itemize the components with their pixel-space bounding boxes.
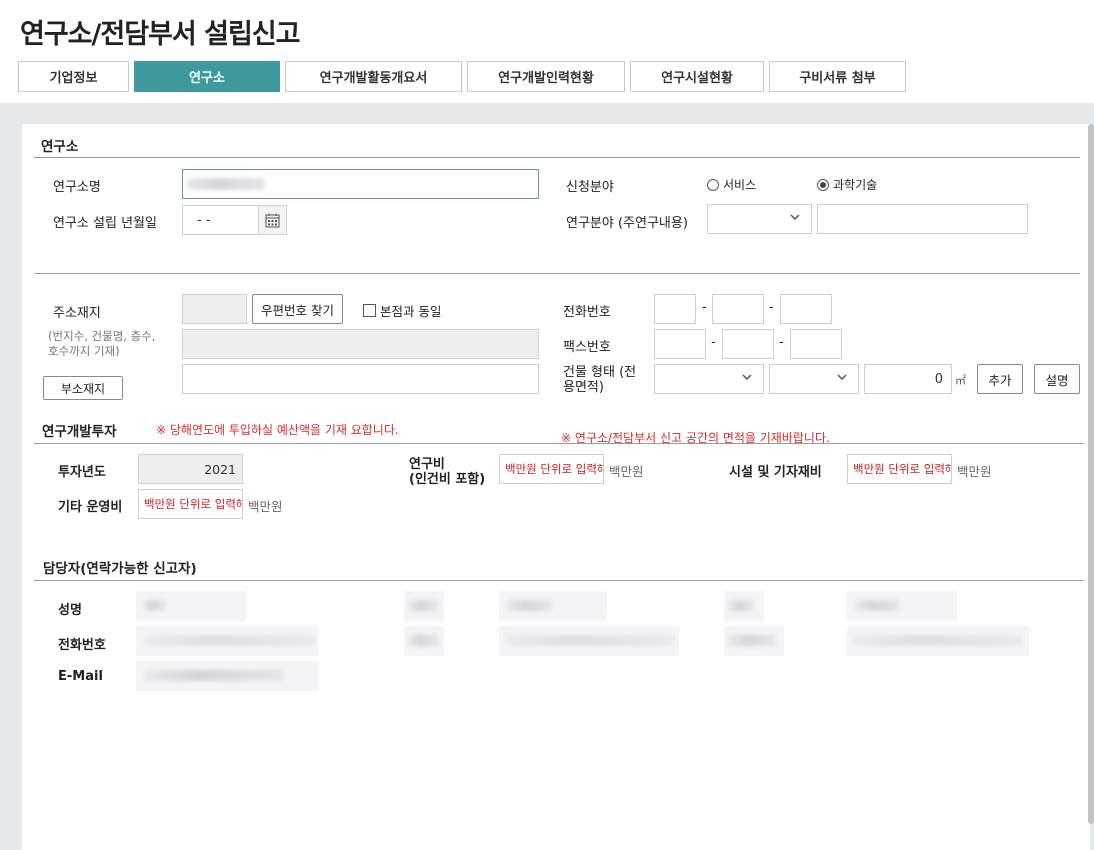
blurred-value	[855, 600, 899, 611]
rnd-cost-unit: 백만원	[609, 464, 644, 479]
blurred-value	[144, 635, 314, 646]
address-note: (번지수, 건물명, 층수, 호수까지 기재)	[48, 329, 156, 358]
contact-dept-input[interactable]	[847, 591, 957, 621]
chevron-down-icon	[789, 211, 803, 225]
explain-button[interactable]: 설명	[1034, 364, 1080, 394]
divider	[34, 157, 1080, 158]
contact-phone-input[interactable]	[136, 626, 318, 656]
investment-year-label: 투자년도	[58, 465, 106, 480]
tab-rnd-personnel[interactable]: 연구개발인력현황	[467, 61, 625, 92]
lab-section-title: 연구소	[41, 139, 79, 155]
area-unit: ㎡	[955, 374, 966, 387]
postal-code-input[interactable]	[182, 294, 247, 324]
tab-lab[interactable]: 연구소	[134, 61, 280, 92]
building-type-label: 건물 형태 (전용면적)	[563, 365, 637, 395]
building-subtype-select[interactable]	[769, 364, 859, 394]
phone-label: 전화번호	[563, 305, 611, 320]
research-field-input[interactable]	[817, 204, 1028, 234]
chevron-down-icon	[836, 371, 850, 385]
rnd-cost-sublabel: (인건비 포함)	[409, 472, 486, 487]
lab-name-label: 연구소명	[53, 180, 101, 195]
contact-phone-label: 전화번호	[58, 638, 106, 653]
facility-cost-label: 시설 및 기자재비	[729, 465, 822, 480]
phone-part-1[interactable]	[654, 294, 696, 324]
blurred-label	[404, 591, 444, 621]
field-label: 신청분야	[566, 180, 614, 195]
vertical-scrollbar[interactable]	[1088, 124, 1094, 824]
phone-part-3[interactable]	[780, 294, 832, 324]
contact-name-input[interactable]	[136, 591, 246, 621]
radio-icon	[707, 178, 719, 191]
contact-email-input[interactable]	[136, 661, 318, 691]
blurred-value	[187, 178, 265, 190]
tab-documents[interactable]: 구비서류 첨부	[769, 61, 906, 92]
radio-selected-icon	[817, 178, 829, 191]
dash: -	[769, 300, 774, 315]
blurred-value	[505, 635, 673, 646]
contact-position-input[interactable]	[499, 591, 607, 621]
dash: -	[779, 335, 784, 350]
fax-part-1[interactable]	[654, 329, 706, 359]
investment-year-input[interactable]: 2021	[138, 454, 243, 484]
other-cost-input[interactable]: 백만원 단위로 입력해	[138, 489, 243, 519]
lab-name-input[interactable]	[182, 169, 539, 199]
founded-date-label: 연구소 설립 년월일	[53, 216, 157, 231]
tab-rnd-overview[interactable]: 연구개발활동개요서	[285, 61, 462, 92]
area-input[interactable]: 0	[864, 364, 952, 394]
investment-notice: ※ 당해연도에 투입하실 예산액을 기재 요합니다.	[156, 423, 399, 437]
investment-section-title: 연구개발투자	[42, 424, 117, 440]
dash: -	[702, 300, 707, 315]
dash: -	[711, 335, 716, 350]
divider	[34, 443, 1084, 444]
address-detail-input[interactable]	[182, 364, 539, 394]
blurred-value	[507, 600, 552, 611]
address-label: 주소재지	[53, 306, 101, 321]
tab-company-info[interactable]: 기업정보	[18, 61, 129, 92]
sub-address-button[interactable]: 부소재지	[43, 376, 123, 400]
other-cost-unit: 백만원	[248, 499, 283, 514]
research-field-select[interactable]	[707, 204, 812, 234]
founded-date-input[interactable]: - -	[182, 205, 287, 235]
radio-service[interactable]: 서비스	[707, 176, 756, 193]
address-input[interactable]	[182, 329, 539, 359]
chevron-down-icon	[741, 371, 755, 385]
rnd-cost-input[interactable]: 백만원 단위로 입력해	[499, 454, 604, 484]
calendar-icon[interactable]	[258, 206, 286, 234]
phone-part-2[interactable]	[712, 294, 764, 324]
checkbox-icon	[363, 304, 376, 317]
facility-cost-unit: 백만원	[957, 464, 992, 479]
fax-part-2[interactable]	[722, 329, 774, 359]
contact-fax-input[interactable]	[847, 626, 1029, 656]
postal-search-button[interactable]: 우편번호 찾기	[252, 294, 343, 324]
blurred-value	[144, 600, 166, 611]
add-button[interactable]: 추가	[977, 364, 1023, 394]
fax-label: 팩스번호	[563, 340, 611, 355]
divider	[34, 580, 1084, 581]
blurred-value	[853, 635, 1023, 646]
radio-science[interactable]: 과학기술	[817, 176, 877, 193]
contact-mobile-input[interactable]	[499, 626, 679, 656]
other-cost-label: 기타 운영비	[58, 500, 123, 515]
contact-section-title: 담당자(연락가능한 신고자)	[43, 561, 197, 577]
contact-email-label: E-Mail	[58, 669, 103, 684]
blurred-label	[724, 591, 764, 621]
contact-name-label: 성명	[58, 603, 82, 618]
same-as-hq-checkbox[interactable]: 본점과 동일	[363, 301, 441, 320]
blurred-value	[144, 670, 284, 681]
blurred-label	[404, 626, 444, 656]
page-title: 연구소/전담부서 설립신고	[20, 19, 301, 50]
building-type-select[interactable]	[654, 364, 764, 394]
fax-part-3[interactable]	[790, 329, 842, 359]
research-field-label: 연구분야 (주연구내용)	[566, 216, 688, 231]
facility-cost-input[interactable]: 백만원 단위로 입력해	[847, 454, 952, 484]
blurred-label	[724, 626, 784, 656]
divider	[34, 273, 1080, 274]
tab-facilities[interactable]: 연구시설현황	[630, 61, 764, 92]
